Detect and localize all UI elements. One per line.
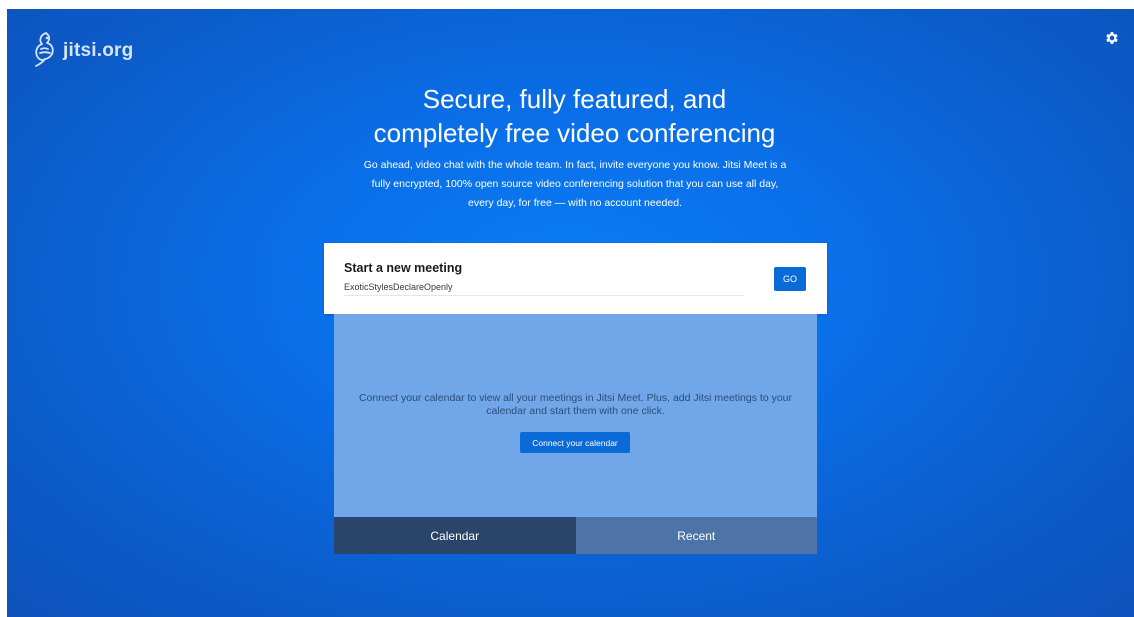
calendar-message-line-1: Connect your calendar to view all your m… (358, 392, 793, 404)
go-button[interactable]: GO (774, 267, 806, 291)
logo-text: jitsi.org (63, 40, 134, 61)
settings-button[interactable] (1104, 30, 1120, 46)
connect-calendar-button[interactable]: Connect your calendar (520, 432, 630, 453)
headline-line-2: completely free video conferencing (373, 118, 776, 148)
page-headline: Secure, fully featured, and completely f… (7, 82, 1134, 150)
description-line-1: Go ahead, video chat with the whole team… (363, 159, 787, 171)
gear-icon (1106, 32, 1118, 44)
jitsi-logo[interactable]: jitsi.org (31, 29, 133, 69)
jitsi-logo-icon (35, 32, 54, 67)
start-meeting-label: Start a new meeting (344, 261, 463, 275)
page-description: Go ahead, video chat with the whole team… (355, 156, 795, 213)
calendar-connect-message: Connect your calendar to view all your m… (344, 392, 807, 418)
tab-calendar[interactable]: Calendar (334, 517, 576, 554)
start-meeting-card: Start a new meeting GO (324, 243, 827, 314)
calendar-message-line-2: calendar and start them with one click. (486, 405, 665, 417)
room-name-input[interactable] (344, 281, 744, 296)
description-line-2: fully encrypted, 100% open source video … (371, 178, 779, 190)
meetings-tabs: Calendar Recent (334, 517, 817, 554)
tab-recent[interactable]: Recent (575, 517, 817, 554)
headline-line-1: Secure, fully featured, and (422, 84, 727, 114)
welcome-page: jitsi.org Secure, fully featured, and co… (7, 9, 1134, 617)
description-line-3: every day, for free — with no account ne… (467, 197, 682, 209)
calendar-panel: Connect your calendar to view all your m… (334, 314, 817, 517)
